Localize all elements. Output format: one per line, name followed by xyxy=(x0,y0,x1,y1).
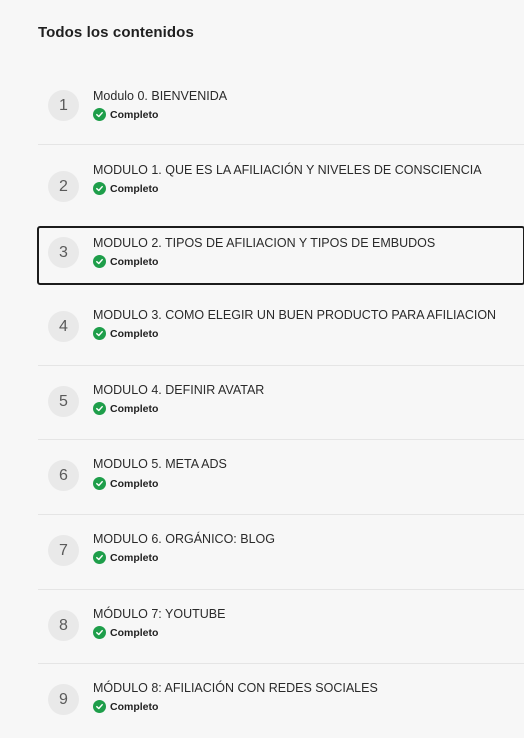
status-badge: Completo xyxy=(93,182,158,195)
status-badge: Completo xyxy=(93,477,158,490)
module-item-6[interactable]: 6 MODULO 5. META ADS Completo xyxy=(38,440,524,515)
check-circle-icon xyxy=(93,477,106,490)
module-item-4[interactable]: 4 MODULO 3. COMO ELEGIR UN BUEN PRODUCTO… xyxy=(38,284,524,366)
check-circle-icon xyxy=(93,182,106,195)
module-title: MODULO 3. COMO ELEGIR UN BUEN PRODUCTO P… xyxy=(93,308,497,322)
check-circle-icon xyxy=(93,327,106,340)
module-item-3[interactable]: 3 MODULO 2. TIPOS DE AFILIACION Y TIPOS … xyxy=(37,226,524,285)
section-title: Todos los contenidos xyxy=(38,24,194,41)
module-number-badge: 3 xyxy=(48,237,79,268)
check-circle-icon xyxy=(93,700,106,713)
status-label: Completo xyxy=(110,182,159,195)
check-circle-icon xyxy=(93,402,106,415)
status-label: Completo xyxy=(110,255,159,268)
course-contents-panel: Todos los contenidos 1 Modulo 0. BIENVEN… xyxy=(0,0,524,738)
module-title: MODULO 4. DEFINIR AVATAR xyxy=(93,383,265,397)
module-item-1[interactable]: 1 Modulo 0. BIENVENIDA Completo xyxy=(38,70,524,145)
module-number-badge: 6 xyxy=(48,460,79,491)
module-number-badge: 5 xyxy=(48,386,79,417)
status-label: Completo xyxy=(110,402,159,415)
module-title: MODULO 5. META ADS xyxy=(93,457,227,471)
status-label: Completo xyxy=(110,551,159,564)
check-circle-icon xyxy=(93,108,106,121)
module-title: MODULO 6. ORGÁNICO: BLOG xyxy=(93,532,275,546)
status-badge: Completo xyxy=(93,626,158,639)
status-badge: Completo xyxy=(93,402,158,415)
check-circle-icon xyxy=(93,255,106,268)
module-title: MÓDULO 7: YOUTUBE xyxy=(93,607,226,621)
status-label: Completo xyxy=(110,108,159,121)
status-label: Completo xyxy=(110,477,159,490)
module-item-8[interactable]: 8 MÓDULO 7: YOUTUBE Completo xyxy=(38,590,524,664)
status-badge: Completo xyxy=(93,108,158,121)
module-number-badge: 1 xyxy=(48,90,79,121)
module-list: 1 Modulo 0. BIENVENIDA Completo 2 MODULO… xyxy=(37,70,524,738)
module-number-badge: 4 xyxy=(48,311,79,342)
module-title: Modulo 0. BIENVENIDA xyxy=(93,89,228,103)
module-item-5[interactable]: 5 MODULO 4. DEFINIR AVATAR Completo xyxy=(38,366,524,440)
module-title: MODULO 2. TIPOS DE AFILIACION Y TIPOS DE… xyxy=(93,236,436,250)
module-item-7[interactable]: 7 MODULO 6. ORGÁNICO: BLOG Completo xyxy=(38,515,524,590)
status-badge: Completo xyxy=(93,700,158,713)
status-badge: Completo xyxy=(93,551,158,564)
status-label: Completo xyxy=(110,700,159,713)
module-item-2[interactable]: 2 MODULO 1. QUE ES LA AFILIACIÓN Y NIVEL… xyxy=(38,145,524,227)
module-number-badge: 8 xyxy=(48,610,79,641)
module-number-badge: 9 xyxy=(48,684,79,715)
module-title: MODULO 1. QUE ES LA AFILIACIÓN Y NIVELES… xyxy=(93,163,482,177)
check-circle-icon xyxy=(93,551,106,564)
module-number-badge: 2 xyxy=(48,171,79,202)
status-badge: Completo xyxy=(93,327,158,340)
status-label: Completo xyxy=(110,626,159,639)
module-title: MÓDULO 8: AFILIACIÓN CON REDES SOCIALES xyxy=(93,681,378,695)
status-label: Completo xyxy=(110,327,159,340)
check-circle-icon xyxy=(93,626,106,639)
module-number-badge: 7 xyxy=(48,535,79,566)
status-badge: Completo xyxy=(93,255,158,268)
module-item-9[interactable]: 9 MÓDULO 8: AFILIACIÓN CON REDES SOCIALE… xyxy=(38,664,524,738)
